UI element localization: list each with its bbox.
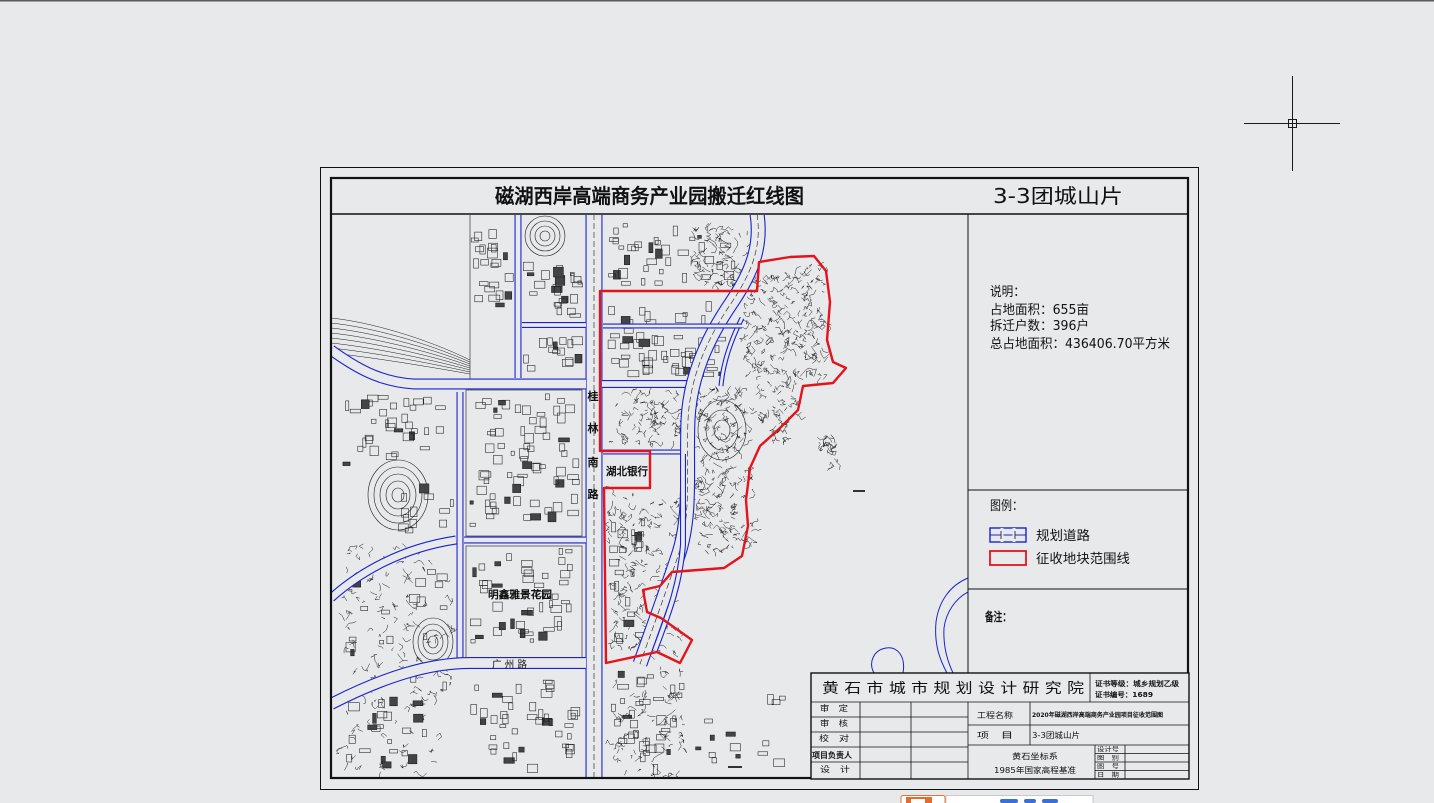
cad-drawing-viewport[interactable]: 桂 林 南 路 湖北银行 明鑫雅景花园 广 州 路 磁湖西岸高端商务产业园搬迁红… [0, 0, 1434, 803]
sheet-design-no: 设计号 [1097, 746, 1119, 754]
sheet-category: 图 别 [1097, 754, 1119, 762]
notes-heading: 说明： [990, 285, 1025, 300]
label-guilin-road-1: 桂 [587, 389, 599, 403]
map-building [623, 619, 635, 627]
elevation-datum: 1985年国家高程基准 [994, 765, 1076, 775]
sheet-date: 日 期 [1097, 771, 1119, 779]
map-building [382, 761, 392, 769]
map-building [493, 407, 498, 413]
map-building [530, 513, 541, 521]
map-building [342, 461, 351, 466]
notes-area: 占地面积：655亩 [990, 302, 1089, 318]
map-building [622, 336, 634, 344]
label-guilin-road-3: 南 [588, 455, 599, 469]
label-garden: 明鑫雅景花园 [488, 588, 552, 601]
viewport-background [0, 0, 1434, 803]
terrain-stroke [720, 529, 722, 534]
map-building [695, 746, 702, 751]
map-building [495, 302, 505, 308]
label-guilin-road-2: 林 [588, 421, 599, 435]
sheet-number: 图 号 [1097, 764, 1119, 771]
map-building [503, 252, 508, 261]
role-project-lead: 项目负责人 [812, 750, 853, 760]
map-building [638, 338, 651, 347]
map-building [648, 242, 654, 253]
map-building [504, 291, 512, 300]
role-proofread: 校 对 [819, 733, 849, 743]
cert-number: 证书编号：1689 [1095, 690, 1153, 699]
map-building [408, 754, 418, 765]
map-building [553, 341, 558, 350]
notes-households: 拆迁户数：396户 [990, 318, 1089, 334]
map-building [555, 479, 565, 488]
legend-heading: 图例： [990, 499, 1023, 514]
drawing-subtitle: 3-3团城山片 [993, 184, 1123, 208]
map-building [666, 749, 671, 755]
role-review: 审 核 [820, 718, 848, 728]
map-building [510, 618, 515, 629]
map-building [624, 254, 630, 265]
map-building [480, 718, 487, 725]
label-bank: 湖北银行 [606, 464, 648, 478]
map-building [492, 692, 503, 698]
map-building [519, 629, 526, 638]
institute-name: 黄 石 市 城 市 规 划 设 计 研 究 院 [822, 680, 1084, 697]
map-mark [853, 490, 865, 492]
map-building [553, 266, 564, 278]
cert-level: 证书等级：城乡规划乙级 [1095, 679, 1180, 688]
notes-total-area: 总占地面积：436406.70平方米 [990, 336, 1170, 352]
map-building [372, 713, 377, 724]
map-building [617, 670, 625, 678]
legend-boundary-label: 征收地块范围线 [1036, 552, 1130, 567]
legend-road-label: 规划道路 [1036, 528, 1090, 544]
map-building [697, 235, 702, 239]
project-label: 工程名称 [977, 710, 1013, 720]
map-building [419, 483, 430, 494]
map-building [655, 248, 663, 259]
map-building [512, 483, 521, 493]
map-building [498, 622, 506, 630]
remarks-heading: 备注： [984, 609, 1011, 624]
item-label: 项 目 [977, 731, 1013, 740]
map-building [518, 746, 525, 753]
map-building [350, 649, 355, 657]
map-building [521, 610, 533, 616]
label-guangzhou-road: 广 州 路 [492, 658, 527, 671]
label-guilin-road-4: 路 [588, 487, 600, 501]
map-building [538, 631, 548, 641]
title-block: 黄 石 市 城 市 规 划 设 计 研 究 院 证书等级：城乡规划乙级 证书编号… [810, 672, 1190, 780]
taskbar-popup[interactable] [945, 795, 1094, 803]
map-building [547, 511, 557, 523]
map-building [472, 567, 477, 578]
map-building [413, 713, 424, 723]
window-top-border [0, 0, 1434, 2]
map-building [494, 561, 501, 567]
map-building [498, 400, 506, 406]
map-building [469, 500, 474, 505]
project-name: 2020年磁湖西岸高端商务产业园项目征收范围图 [1032, 711, 1163, 719]
map-building [725, 731, 736, 737]
item-value: 3-3团城山片 [1032, 730, 1080, 740]
map-building [389, 696, 398, 707]
coordinate-system: 黄石坐标系 [1012, 751, 1058, 761]
map-mark [728, 766, 742, 768]
map-building [361, 399, 370, 409]
map-building [412, 700, 424, 706]
map-building [475, 634, 484, 639]
map-building [613, 270, 621, 280]
role-design: 设 计 [820, 764, 850, 774]
drawing-title: 磁湖西岸高端商务产业园搬迁红线图 [495, 184, 804, 208]
map-building [394, 428, 404, 433]
role-approve: 审 定 [820, 703, 848, 713]
map-building [735, 754, 741, 759]
map-building [522, 461, 533, 469]
map-building [527, 272, 535, 277]
app-icon[interactable] [900, 795, 946, 803]
map-building [558, 437, 570, 443]
map-building [491, 583, 503, 588]
map-building [709, 734, 715, 741]
map-building [367, 724, 378, 730]
map-building [504, 496, 511, 504]
map-building [574, 354, 583, 364]
